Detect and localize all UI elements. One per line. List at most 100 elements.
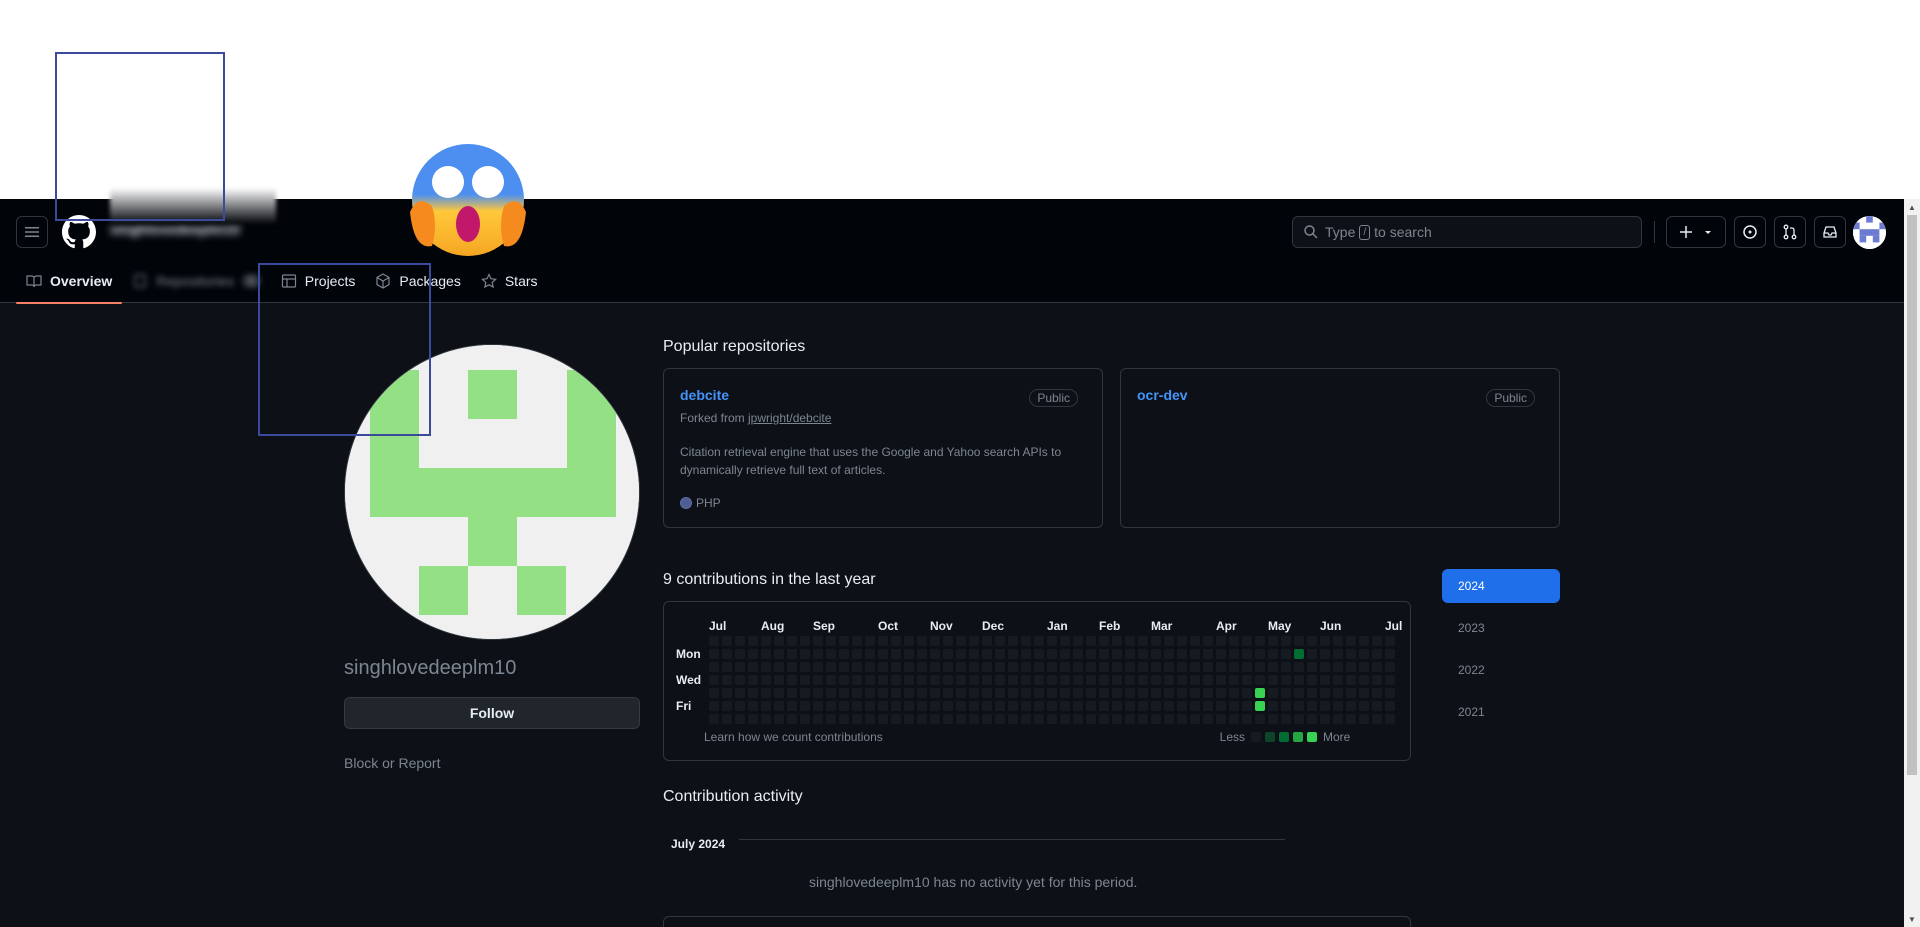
contribution-cell[interactable] xyxy=(1268,714,1278,724)
contribution-cell[interactable] xyxy=(1034,662,1044,672)
contribution-cell[interactable] xyxy=(995,714,1005,724)
contribution-cell[interactable] xyxy=(1177,662,1187,672)
contribution-cell[interactable] xyxy=(800,714,810,724)
contribution-cell[interactable] xyxy=(982,662,992,672)
contribution-cell[interactable] xyxy=(1385,714,1395,724)
contribution-cell[interactable] xyxy=(1307,688,1317,698)
contribution-cell[interactable] xyxy=(1242,636,1252,646)
contribution-cell[interactable] xyxy=(800,675,810,685)
contribution-cell[interactable] xyxy=(930,675,940,685)
contribution-cell[interactable] xyxy=(891,675,901,685)
contribution-cell[interactable] xyxy=(722,649,732,659)
contribution-cell[interactable] xyxy=(930,701,940,711)
contribution-cell[interactable] xyxy=(1307,714,1317,724)
contribution-cell[interactable] xyxy=(969,675,979,685)
contribution-cell[interactable] xyxy=(995,701,1005,711)
tab-repositories[interactable]: Repositories 6 xyxy=(122,259,271,303)
contribution-cell[interactable] xyxy=(943,688,953,698)
contribution-cell[interactable] xyxy=(1138,649,1148,659)
contribution-cell[interactable] xyxy=(1060,675,1070,685)
contribution-cell[interactable] xyxy=(878,662,888,672)
contribution-cell[interactable] xyxy=(865,714,875,724)
contribution-cell[interactable] xyxy=(1047,688,1057,698)
contribution-cell[interactable] xyxy=(1099,662,1109,672)
contribution-cell[interactable] xyxy=(774,675,784,685)
contribution-cell[interactable] xyxy=(1203,649,1213,659)
contribution-cell[interactable] xyxy=(1164,649,1174,659)
contribution-cell[interactable] xyxy=(1294,714,1304,724)
contribution-cell[interactable] xyxy=(826,636,836,646)
contribution-cell[interactable] xyxy=(800,636,810,646)
contribution-cell[interactable] xyxy=(761,636,771,646)
contribution-cell[interactable] xyxy=(1242,714,1252,724)
contribution-cell[interactable] xyxy=(904,636,914,646)
contribution-cell[interactable] xyxy=(1125,675,1135,685)
contribution-cell[interactable] xyxy=(1359,714,1369,724)
contribution-cell[interactable] xyxy=(917,649,927,659)
contribution-cell[interactable] xyxy=(1333,675,1343,685)
contribution-cell[interactable] xyxy=(1346,636,1356,646)
contribution-cell[interactable] xyxy=(891,662,901,672)
contribution-cell[interactable] xyxy=(1333,662,1343,672)
contribution-cell[interactable] xyxy=(1307,662,1317,672)
contribution-cell[interactable] xyxy=(761,714,771,724)
contribution-cell[interactable] xyxy=(1047,662,1057,672)
contribution-cell[interactable] xyxy=(1346,662,1356,672)
contribution-cell[interactable] xyxy=(956,675,966,685)
contribution-cell[interactable] xyxy=(1073,662,1083,672)
contribution-cell[interactable] xyxy=(1086,688,1096,698)
contribution-cell[interactable] xyxy=(969,662,979,672)
contribution-cell[interactable] xyxy=(1216,636,1226,646)
contribution-cell[interactable] xyxy=(1177,636,1187,646)
contribution-cell[interactable] xyxy=(1281,675,1291,685)
contribution-cell[interactable] xyxy=(891,701,901,711)
contribution-cell[interactable] xyxy=(956,649,966,659)
contribution-cell[interactable] xyxy=(1086,662,1096,672)
contribution-cell[interactable] xyxy=(1203,636,1213,646)
contribution-cell[interactable] xyxy=(1190,701,1200,711)
contribution-cell[interactable] xyxy=(1359,675,1369,685)
contribution-cell[interactable] xyxy=(748,636,758,646)
contribution-cell[interactable] xyxy=(1073,675,1083,685)
contribution-cell[interactable] xyxy=(1060,662,1070,672)
contribution-cell[interactable] xyxy=(761,688,771,698)
contribution-cell[interactable] xyxy=(722,675,732,685)
user-avatar[interactable] xyxy=(1853,216,1886,249)
contribution-cell[interactable] xyxy=(1086,636,1096,646)
contribution-cell[interactable] xyxy=(1294,701,1304,711)
contribution-cell[interactable] xyxy=(878,714,888,724)
contribution-cell[interactable] xyxy=(1021,662,1031,672)
contribution-cell[interactable] xyxy=(904,714,914,724)
contribution-cell[interactable] xyxy=(1073,714,1083,724)
contribution-cell[interactable] xyxy=(1346,701,1356,711)
contribution-cell[interactable] xyxy=(709,649,719,659)
contribution-cell[interactable] xyxy=(1034,636,1044,646)
contribution-cell[interactable] xyxy=(774,688,784,698)
contribution-cell[interactable] xyxy=(1346,714,1356,724)
contribution-cell[interactable] xyxy=(1112,662,1122,672)
contribution-cell[interactable] xyxy=(1203,675,1213,685)
contribution-cell[interactable] xyxy=(1268,662,1278,672)
contribution-cell[interactable] xyxy=(735,675,745,685)
contribution-cell[interactable] xyxy=(1242,662,1252,672)
contribution-cell[interactable] xyxy=(1333,714,1343,724)
contribution-cell[interactable] xyxy=(813,714,823,724)
contribution-cell[interactable] xyxy=(982,636,992,646)
contribution-cell[interactable] xyxy=(800,662,810,672)
contribution-cell[interactable] xyxy=(1385,636,1395,646)
contribution-cell[interactable] xyxy=(1047,649,1057,659)
block-or-report-link[interactable]: Block or Report xyxy=(344,755,440,771)
contribution-cell[interactable] xyxy=(1086,675,1096,685)
contribution-cell[interactable] xyxy=(1255,714,1265,724)
contribution-cell[interactable] xyxy=(995,675,1005,685)
contribution-cell[interactable] xyxy=(1008,649,1018,659)
contribution-cell[interactable] xyxy=(1021,688,1031,698)
contribution-cell[interactable] xyxy=(709,662,719,672)
contribution-cell[interactable] xyxy=(813,662,823,672)
contribution-cell[interactable] xyxy=(1151,675,1161,685)
contribution-cell[interactable] xyxy=(774,714,784,724)
contribution-cell[interactable] xyxy=(826,649,836,659)
contribution-cell[interactable] xyxy=(865,688,875,698)
contribution-cell[interactable] xyxy=(1177,688,1187,698)
contribution-cell[interactable] xyxy=(1021,636,1031,646)
